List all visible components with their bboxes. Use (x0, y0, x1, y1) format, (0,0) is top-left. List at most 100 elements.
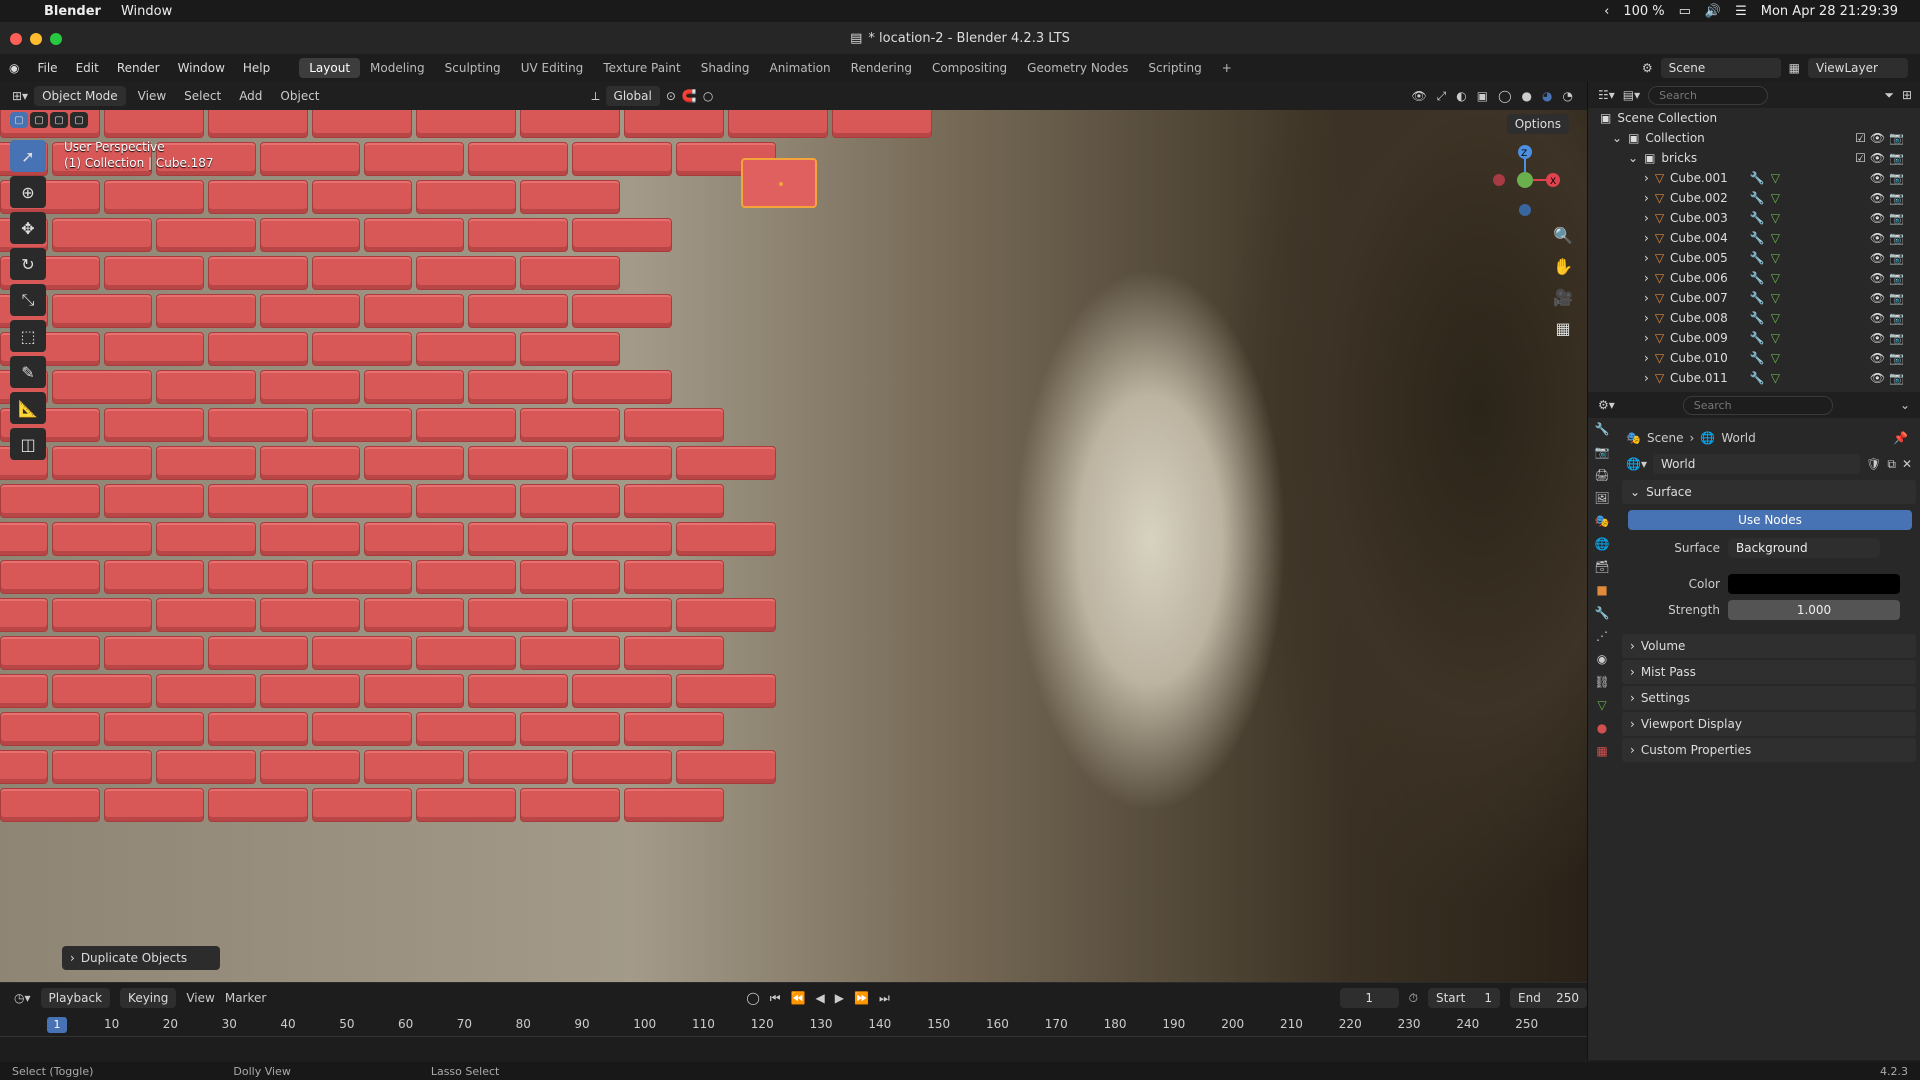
brick[interactable] (312, 636, 412, 670)
app-name[interactable]: Blender (44, 4, 101, 19)
brick[interactable] (208, 256, 308, 290)
material-shading-icon[interactable]: ◕ (1542, 89, 1552, 104)
brick[interactable] (416, 256, 516, 290)
strength-field[interactable]: 1.000 (1728, 600, 1900, 620)
color-swatch[interactable] (1728, 574, 1900, 594)
selected-cube[interactable] (741, 158, 817, 208)
brick[interactable] (572, 218, 672, 252)
outliner-item[interactable]: › ▽ Cube.003 🔧 ▽ 👁📷 (1588, 208, 1920, 228)
play-icon[interactable]: ▶ (835, 991, 844, 1005)
brick[interactable] (260, 522, 360, 556)
brick[interactable] (572, 750, 672, 784)
panel-header[interactable]: › Viewport Display (1622, 712, 1916, 736)
blender-logo-icon[interactable]: ◉ (0, 61, 28, 75)
brick[interactable] (676, 750, 776, 784)
chevron-right-icon[interactable]: › (1644, 231, 1649, 245)
visibility-toggles[interactable]: 👁📷 (1870, 331, 1908, 345)
menu-window[interactable]: Window (121, 4, 172, 19)
gizmo-icon[interactable]: ⤢ (1437, 89, 1447, 104)
tab-uv-editing[interactable]: UV Editing (511, 58, 594, 78)
brick[interactable] (52, 674, 152, 708)
brick[interactable] (104, 560, 204, 594)
tool-tab-icon[interactable]: 🔧 (1595, 422, 1610, 436)
chevron-right-icon[interactable]: › (1644, 291, 1649, 305)
brick[interactable] (416, 408, 516, 442)
menu-object[interactable]: Object (274, 89, 325, 103)
navigation-gizmo[interactable]: Z X (1475, 140, 1575, 240)
brick[interactable] (676, 598, 776, 632)
scale-tool-icon[interactable]: ⤡ (10, 284, 46, 316)
zoom-icon[interactable]: 🔍 (1553, 226, 1573, 245)
brick[interactable] (312, 180, 412, 214)
tab-scripting[interactable]: Scripting (1138, 58, 1211, 78)
brick[interactable] (416, 180, 516, 214)
scene-icon[interactable]: ⚙ (1642, 61, 1653, 75)
current-frame-field[interactable]: 1 (1339, 988, 1399, 1008)
chevron-right-icon[interactable]: › (1644, 171, 1649, 185)
data-tab-icon[interactable]: ▽ (1597, 698, 1606, 712)
playback-menu[interactable]: Playback (40, 988, 111, 1008)
brick[interactable] (156, 218, 256, 252)
filter-icon[interactable]: ⏷ (1884, 88, 1894, 103)
brick[interactable] (520, 636, 620, 670)
tab-modeling[interactable]: Modeling (360, 58, 435, 78)
brick[interactable] (364, 370, 464, 404)
brick[interactable] (208, 408, 308, 442)
brick[interactable] (676, 674, 776, 708)
brick[interactable] (364, 522, 464, 556)
brick[interactable] (572, 446, 672, 480)
mesh-data-icon[interactable]: ▽ (1771, 331, 1780, 345)
datetime[interactable]: Mon Apr 28 21:29:39 (1761, 4, 1898, 19)
brick[interactable] (208, 636, 308, 670)
visibility-toggles[interactable]: 👁📷 (1870, 311, 1908, 325)
brick[interactable] (832, 110, 932, 138)
measure-tool-icon[interactable]: 📐 (10, 392, 46, 424)
add-workspace-button[interactable]: + (1212, 58, 1242, 78)
cursor-tool-icon[interactable]: ⊕ (10, 176, 46, 208)
pivot-icon[interactable]: ⊙ (666, 89, 676, 103)
mesh-data-icon[interactable]: ▽ (1771, 191, 1780, 205)
brick[interactable] (624, 484, 724, 518)
output-tab-icon[interactable]: 🖨 (1594, 468, 1609, 482)
brick[interactable] (52, 750, 152, 784)
brick[interactable] (52, 294, 152, 328)
brick[interactable] (364, 446, 464, 480)
editor-type-icon[interactable]: ⊞▾ (12, 89, 28, 103)
menu-render[interactable]: Render (108, 61, 169, 75)
scene-tab-icon[interactable]: 🎭 (1595, 514, 1610, 528)
brick[interactable] (0, 636, 100, 670)
properties-search-input[interactable]: Search (1682, 395, 1833, 415)
brick[interactable] (468, 674, 568, 708)
mesh-data-icon[interactable]: ▽ (1771, 291, 1780, 305)
modifier-tab-icon[interactable]: 🔧 (1595, 606, 1610, 620)
brick[interactable] (52, 370, 152, 404)
brick[interactable] (104, 180, 204, 214)
modifier-icon[interactable]: 🔧 (1750, 311, 1765, 325)
add-cube-tool-icon[interactable]: ◫ (10, 428, 46, 460)
chevron-right-icon[interactable]: › (1644, 251, 1649, 265)
brick[interactable] (416, 110, 516, 138)
solid-shading-icon[interactable]: ● (1522, 89, 1532, 104)
brick[interactable] (468, 522, 568, 556)
modifier-icon[interactable]: 🔧 (1750, 271, 1765, 285)
outliner-item[interactable]: › ▽ Cube.007 🔧 ▽ 👁📷 (1588, 288, 1920, 308)
chevron-down-icon[interactable]: ⌄ (1628, 151, 1638, 165)
visibility-toggles[interactable]: 👁📷 (1870, 231, 1908, 245)
annotate-tool-icon[interactable]: ✎ (10, 356, 46, 388)
brick[interactable] (416, 712, 516, 746)
brick[interactable] (728, 110, 828, 138)
brick[interactable] (364, 674, 464, 708)
brick[interactable] (156, 674, 256, 708)
brick[interactable] (0, 674, 48, 708)
brick[interactable] (312, 408, 412, 442)
brick[interactable] (208, 788, 308, 822)
outliner-item[interactable]: › ▽ Cube.004 🔧 ▽ 👁📷 (1588, 228, 1920, 248)
brick[interactable] (572, 674, 672, 708)
select-box-mode-icon[interactable]: ▢ (10, 112, 28, 128)
brick[interactable] (676, 446, 776, 480)
visibility-toggles[interactable]: 👁📷 (1870, 371, 1908, 385)
orientation-selector[interactable]: Global (605, 86, 660, 106)
menu-add[interactable]: Add (233, 89, 268, 103)
chevron-down-icon[interactable]: ⌄ (1612, 131, 1622, 145)
select-subtract-icon[interactable]: ▢ (50, 112, 68, 128)
